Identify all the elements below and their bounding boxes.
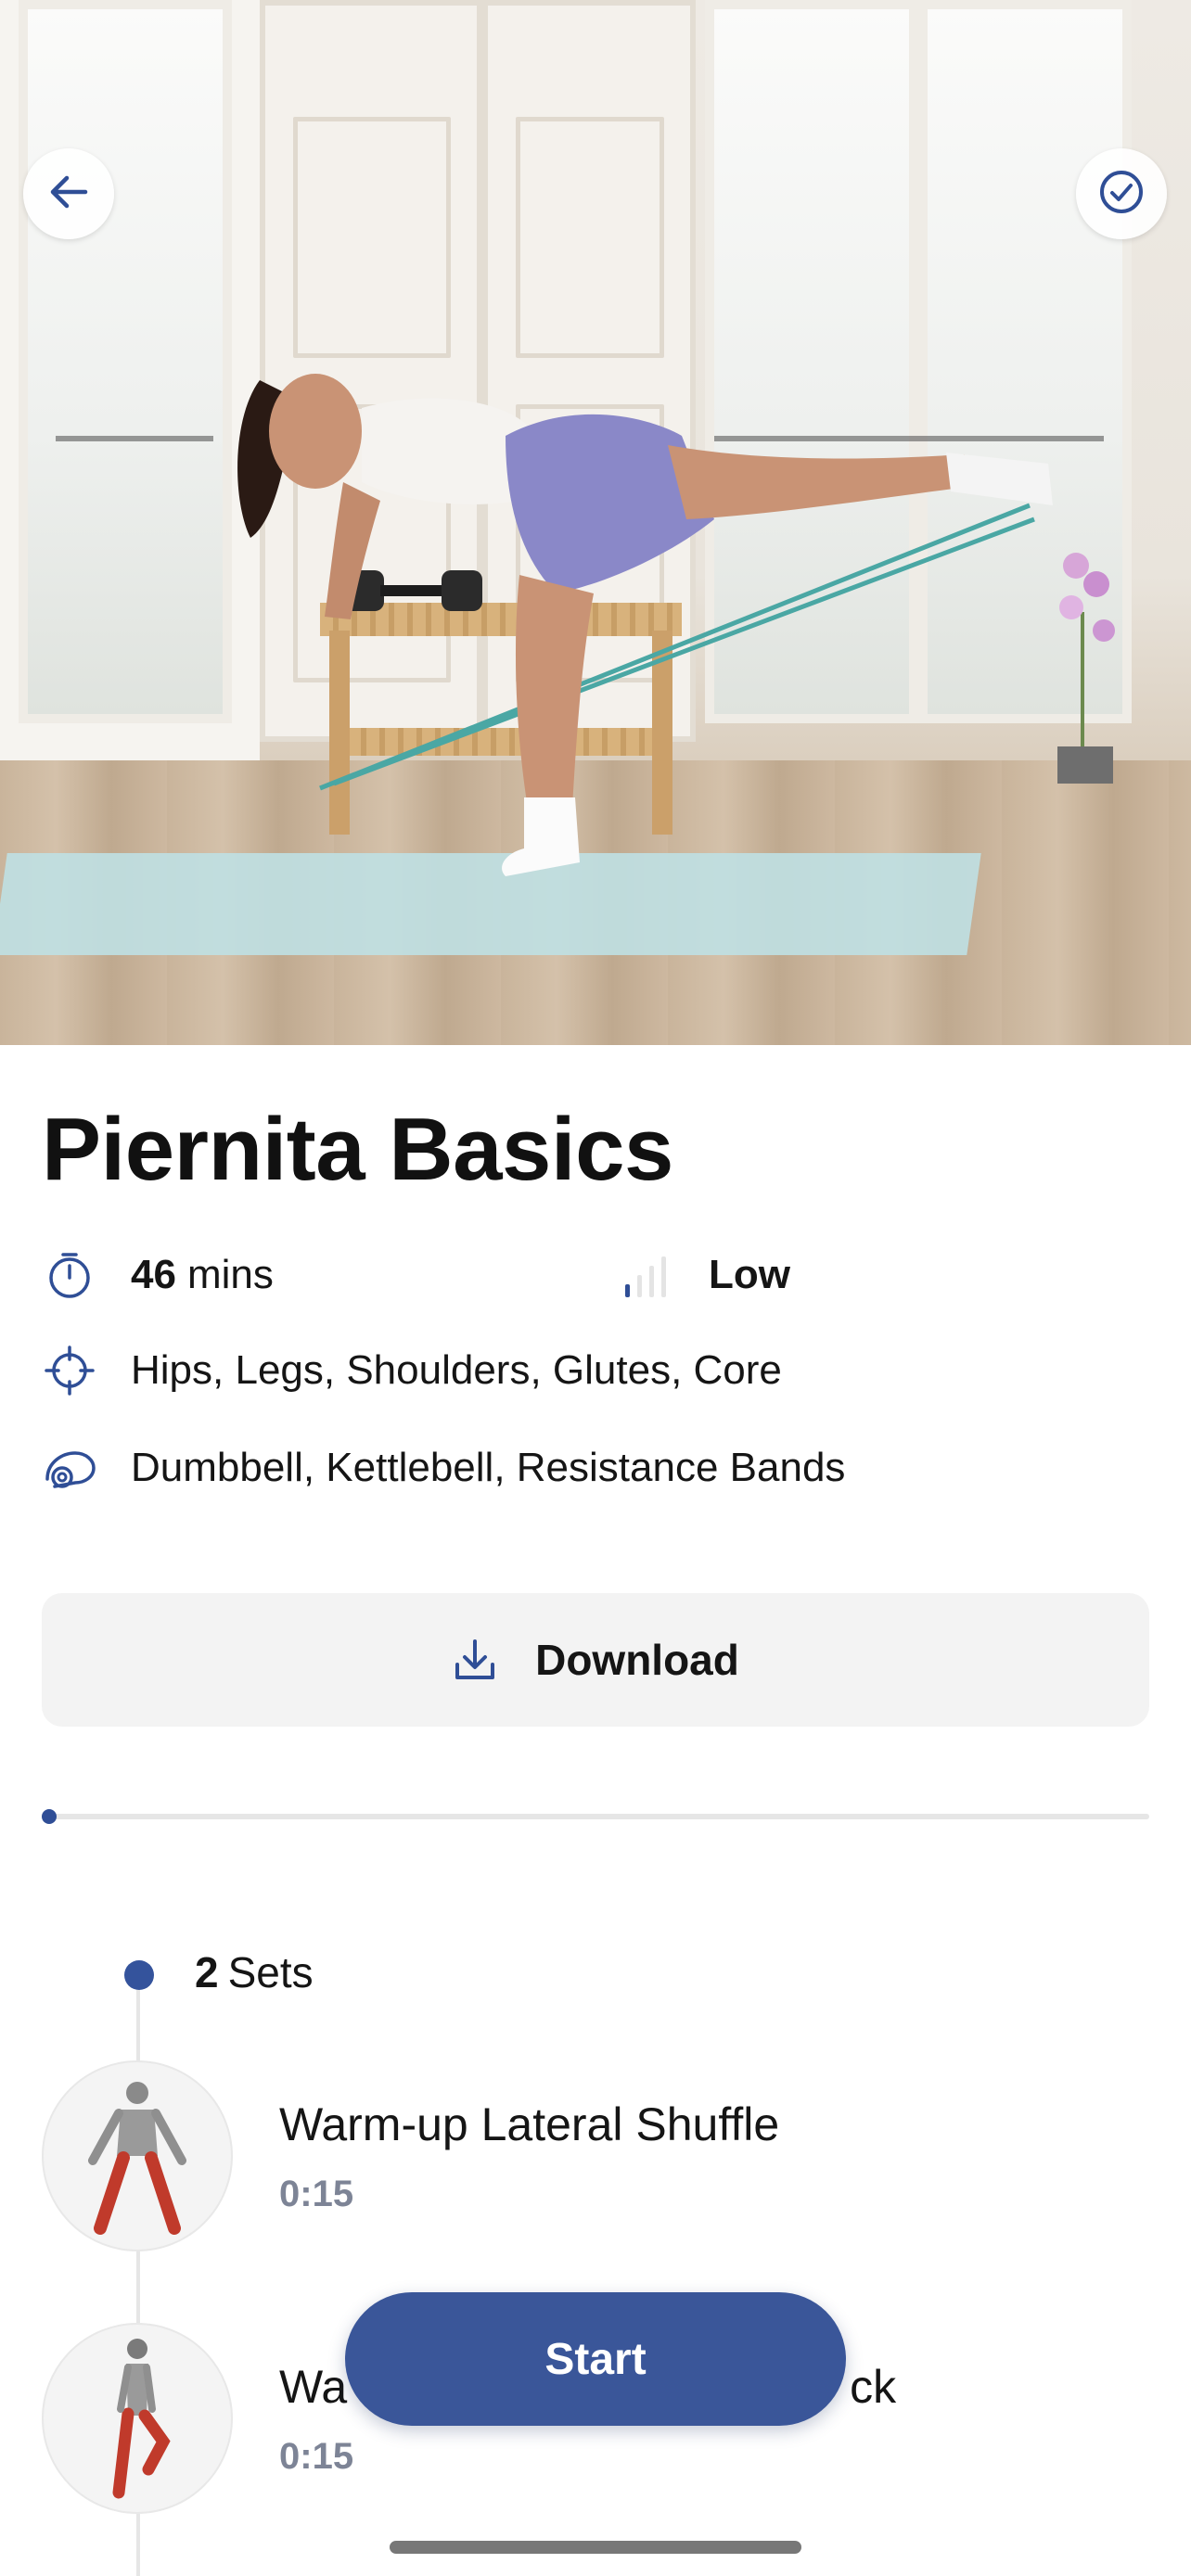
exercise-thumbnail (42, 2060, 233, 2251)
target-areas-row: Hips, Legs, Shoulders, Glutes, Core (42, 1343, 782, 1398)
sets-marker (124, 1960, 154, 1990)
sets-label: 2 Sets (195, 1947, 314, 1997)
target-areas-text: Hips, Legs, Shoulders, Glutes, Core (131, 1347, 782, 1393)
sets-count: 2 (195, 1948, 219, 1996)
workout-progress-indicator[interactable] (42, 1809, 57, 1824)
exercise-name: Warm-up Lateral Shuffle (279, 2098, 780, 2150)
intensity-label: Low (709, 1252, 790, 1297)
sets-text: Sets (227, 1948, 314, 1996)
exercise-duration: 0:15 (279, 2436, 354, 2477)
back-button[interactable] (23, 148, 114, 239)
equipment-text: Dumbbell, Kettlebell, Resistance Bands (131, 1445, 846, 1490)
hero-plant (1057, 553, 1115, 784)
workout-hero-image (0, 0, 1191, 1045)
signal-bars-icon (620, 1247, 675, 1303)
duration-value: 46 (131, 1252, 176, 1297)
start-button[interactable]: Start (345, 2292, 846, 2426)
crosshair-icon (42, 1343, 97, 1398)
complete-button[interactable] (1076, 148, 1167, 239)
yoga-mat-icon (42, 1440, 97, 1496)
check-circle-icon (1097, 168, 1146, 221)
duration-row: 46 mins (42, 1247, 274, 1303)
duration-unit: mins (186, 1252, 274, 1297)
exercise-figure-icon (112, 2339, 171, 2499)
download-button[interactable]: Download (42, 1593, 1149, 1727)
download-label: Download (535, 1636, 739, 1684)
workout-title: Piernita Basics (42, 1100, 673, 1199)
exercise-figure-icon (88, 2082, 186, 2235)
arrow-left-icon (45, 168, 93, 221)
download-icon (452, 1637, 498, 1683)
exercise-duration: 0:15 (279, 2174, 354, 2214)
hero-athlete (237, 374, 1053, 876)
equipment-row: Dumbbell, Kettlebell, Resistance Bands (42, 1440, 845, 1496)
exercise-thumbnail (42, 2323, 233, 2514)
intensity-row: Low (620, 1247, 790, 1303)
stopwatch-icon (42, 1247, 97, 1303)
exercise-item[interactable]: Warm-up Lateral Shuffle 0:15 (42, 2060, 1149, 2255)
home-indicator (390, 2541, 801, 2554)
workout-progress-track (42, 1814, 1149, 1819)
